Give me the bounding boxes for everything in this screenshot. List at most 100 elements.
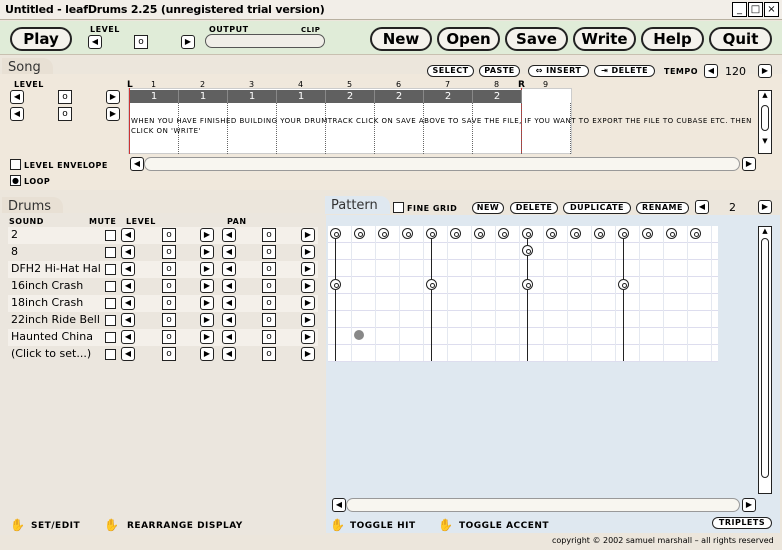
drum-level-left-icon[interactable]: ◀ xyxy=(121,245,135,259)
drum-level-right-icon[interactable]: ▶ xyxy=(200,347,214,361)
song-vscroll-down-icon[interactable]: ▼ xyxy=(759,137,771,145)
drum-level-left-icon[interactable]: ◀ xyxy=(121,313,135,327)
hit-node[interactable] xyxy=(330,279,341,290)
mute-checkbox[interactable] xyxy=(105,247,116,258)
song-pattern-cell[interactable]: 2 xyxy=(326,90,375,103)
drum-pan-right-icon[interactable]: ▶ xyxy=(301,347,315,361)
pattern-new-button[interactable]: NEW xyxy=(472,202,504,214)
drum-level-right-icon[interactable]: ▶ xyxy=(200,245,214,259)
level-envelope-checkbox[interactable] xyxy=(10,159,21,170)
drum-pan-left-icon[interactable]: ◀ xyxy=(222,347,236,361)
drum-level-left-icon[interactable]: ◀ xyxy=(121,296,135,310)
hit-node[interactable] xyxy=(402,228,413,239)
hit-node[interactable] xyxy=(450,228,461,239)
mute-checkbox[interactable] xyxy=(105,315,116,326)
pattern-duplicate-button[interactable]: DUPLICATE xyxy=(563,202,631,214)
drum-pan-thumb[interactable]: o xyxy=(262,245,276,259)
fine-grid-checkbox[interactable] xyxy=(393,202,404,213)
hit-node[interactable] xyxy=(546,228,557,239)
level-left-arrow-icon[interactable]: ◀ xyxy=(88,35,102,49)
set-edit-label[interactable]: SET/EDIT xyxy=(31,521,80,531)
pattern-prev-icon[interactable]: ◀ xyxy=(695,200,709,214)
pattern-scroll-left-icon[interactable]: ◀ xyxy=(332,498,346,512)
drum-level-right-icon[interactable]: ▶ xyxy=(200,330,214,344)
quit-button[interactable]: Quit xyxy=(709,27,772,51)
song-pattern-cell[interactable]: 1 xyxy=(179,90,228,103)
mute-checkbox[interactable] xyxy=(105,298,116,309)
hit-node[interactable] xyxy=(354,228,365,239)
song-pattern-cell[interactable]: 2 xyxy=(424,90,473,103)
minimize-button[interactable]: _ xyxy=(732,2,747,17)
drum-level-right-icon[interactable]: ▶ xyxy=(200,279,214,293)
song-level1-right-icon[interactable]: ▶ xyxy=(106,90,120,104)
hit-node[interactable] xyxy=(522,279,533,290)
help-button[interactable]: Help xyxy=(641,27,704,51)
open-button[interactable]: Open xyxy=(437,27,500,51)
hit-node[interactable] xyxy=(474,228,485,239)
hit-node[interactable] xyxy=(426,279,437,290)
drum-pan-left-icon[interactable]: ◀ xyxy=(222,279,236,293)
drum-level-right-icon[interactable]: ▶ xyxy=(200,228,214,242)
pattern-scroll-right-icon[interactable]: ▶ xyxy=(742,498,756,512)
drum-sound-name[interactable]: 8 xyxy=(11,245,101,258)
save-button[interactable]: Save xyxy=(505,27,568,51)
drum-level-thumb[interactable]: o xyxy=(162,330,176,344)
tempo-value[interactable]: 120 xyxy=(725,65,746,78)
mute-checkbox[interactable] xyxy=(105,349,116,360)
drum-level-left-icon[interactable]: ◀ xyxy=(121,347,135,361)
triplets-button[interactable]: TRIPLETS xyxy=(712,517,772,529)
drum-pan-left-icon[interactable]: ◀ xyxy=(222,245,236,259)
mute-checkbox[interactable] xyxy=(105,230,116,241)
drum-pan-right-icon[interactable]: ▶ xyxy=(301,245,315,259)
drum-pan-left-icon[interactable]: ◀ xyxy=(222,313,236,327)
song-level2-thumb[interactable]: o xyxy=(58,107,72,121)
drum-level-thumb[interactable]: o xyxy=(162,347,176,361)
drum-level-thumb[interactable]: o xyxy=(162,262,176,276)
pattern-grid[interactable] xyxy=(328,226,718,362)
drum-level-left-icon[interactable]: ◀ xyxy=(121,279,135,293)
mute-checkbox[interactable] xyxy=(105,332,116,343)
song-pattern-cell[interactable]: 2 xyxy=(473,90,522,103)
song-pattern-cell[interactable]: 2 xyxy=(375,90,424,103)
select-button[interactable]: SELECT xyxy=(427,65,474,77)
song-scroll-left-icon[interactable]: ◀ xyxy=(130,157,144,171)
mute-checkbox[interactable] xyxy=(105,281,116,292)
insert-button[interactable]: ⇔ INSERT xyxy=(528,65,589,77)
drum-sound-name[interactable]: DFH2 Hi-Hat Half xyxy=(11,262,101,275)
drum-sound-name[interactable]: (Click to set...) xyxy=(11,347,101,360)
drum-pan-right-icon[interactable]: ▶ xyxy=(301,296,315,310)
drum-level-thumb[interactable]: o xyxy=(162,279,176,293)
song-level2-right-icon[interactable]: ▶ xyxy=(106,107,120,121)
new-button[interactable]: New xyxy=(370,27,432,51)
level-slider-thumb[interactable]: o xyxy=(134,35,148,49)
hit-node[interactable] xyxy=(330,228,341,239)
drum-level-left-icon[interactable]: ◀ xyxy=(121,330,135,344)
drum-level-thumb[interactable]: o xyxy=(162,296,176,310)
toggle-accent-label[interactable]: TOGGLE ACCENT xyxy=(459,521,549,531)
tempo-left-arrow-icon[interactable]: ◀ xyxy=(704,64,718,78)
drum-level-left-icon[interactable]: ◀ xyxy=(121,262,135,276)
hit-node[interactable] xyxy=(618,228,629,239)
mute-checkbox[interactable] xyxy=(105,264,116,275)
song-level2-left-icon[interactable]: ◀ xyxy=(10,107,24,121)
song-hscroll-track[interactable] xyxy=(144,157,740,171)
song-pattern-cell[interactable]: 1 xyxy=(228,90,277,103)
drum-pan-right-icon[interactable]: ▶ xyxy=(301,330,315,344)
drum-sound-name[interactable]: 16inch Crash xyxy=(11,279,101,292)
drum-level-thumb[interactable]: o xyxy=(162,313,176,327)
hit-node[interactable] xyxy=(618,279,629,290)
drum-sound-name[interactable]: 22inch Ride Bell xyxy=(11,313,101,326)
drum-pan-left-icon[interactable]: ◀ xyxy=(222,228,236,242)
drum-pan-left-icon[interactable]: ◀ xyxy=(222,330,236,344)
pattern-next-icon[interactable]: ▶ xyxy=(758,200,772,214)
hit-node[interactable] xyxy=(498,228,509,239)
song-level1-thumb[interactable]: o xyxy=(58,90,72,104)
drum-sound-name[interactable]: 18inch Crash xyxy=(11,296,101,309)
drum-pan-thumb[interactable]: o xyxy=(262,347,276,361)
play-button[interactable]: Play xyxy=(10,27,72,51)
pattern-delete-button[interactable]: DELETE xyxy=(510,202,558,214)
drum-pan-thumb[interactable]: o xyxy=(262,279,276,293)
rearrange-display-label[interactable]: REARRANGE DISPLAY xyxy=(127,521,243,531)
song-vscroll[interactable]: ▲ ▼ xyxy=(758,90,772,154)
loop-checkbox[interactable]: ● xyxy=(10,175,21,186)
